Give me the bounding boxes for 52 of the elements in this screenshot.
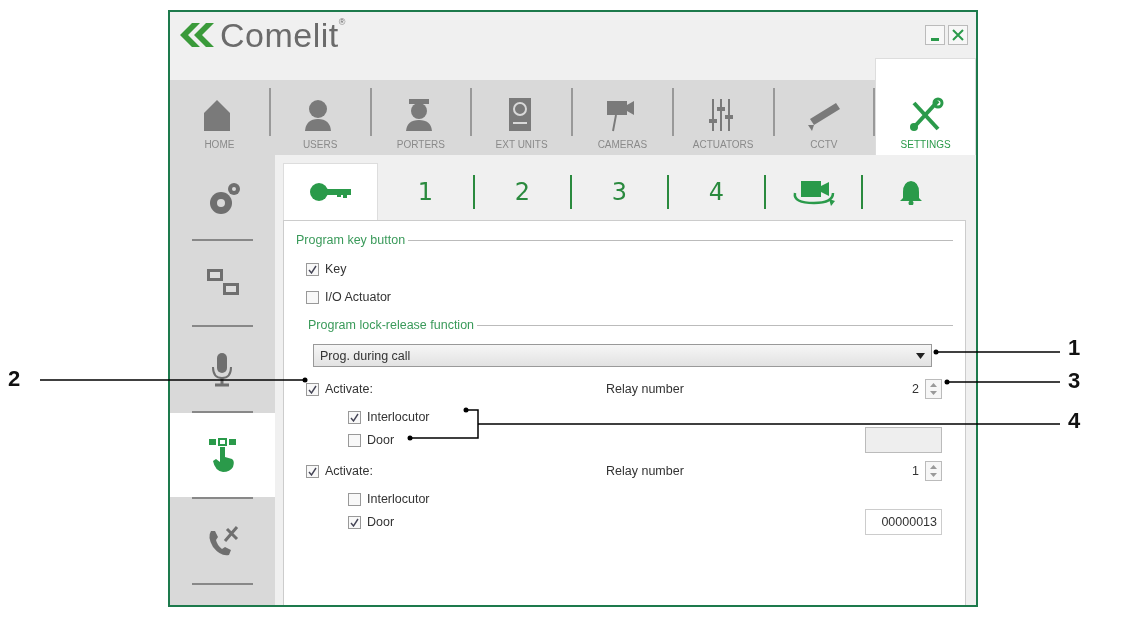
checkbox-label: I/O Actuator bbox=[325, 290, 391, 304]
callout-number: 1 bbox=[1068, 335, 1081, 361]
field-label: Relay number bbox=[606, 382, 685, 396]
field-label: Relay number bbox=[606, 464, 685, 478]
spinner-arrows[interactable] bbox=[925, 379, 942, 399]
checkbox[interactable] bbox=[306, 290, 319, 304]
nav-tab[interactable]: SETTINGS bbox=[875, 58, 976, 155]
callout-number: 3 bbox=[1068, 368, 1081, 394]
sub-tab[interactable]: 1 bbox=[378, 163, 473, 220]
checkbox[interactable] bbox=[348, 410, 361, 424]
checkbox[interactable] bbox=[306, 262, 319, 276]
checkbox-label: Key bbox=[325, 262, 347, 276]
code-field[interactable]: 00000013 bbox=[865, 509, 942, 535]
nav-tab[interactable]: USERS bbox=[270, 80, 370, 155]
nav-tab[interactable]: HOME bbox=[170, 80, 269, 155]
bell-icon bbox=[898, 178, 923, 205]
close-button[interactable] bbox=[948, 25, 968, 45]
key-icon bbox=[308, 182, 353, 202]
checkbox-label: Activate: bbox=[325, 382, 373, 396]
callout-number: 2 bbox=[8, 366, 21, 392]
mode-dropdown[interactable]: Prog. during call bbox=[313, 344, 932, 367]
checkbox-label: Door bbox=[367, 433, 395, 447]
sub-tab[interactable]: 2 bbox=[475, 163, 570, 220]
spinner-value: 2 bbox=[912, 382, 919, 396]
logo-text: Comelit$^{®}$ bbox=[220, 18, 346, 52]
nav-tab[interactable]: PORTERS bbox=[371, 80, 471, 155]
section-title: Program key button bbox=[296, 233, 406, 247]
spinner-value: 1 bbox=[912, 464, 919, 478]
section-title: Program lock-release function bbox=[308, 318, 475, 332]
checkbox[interactable] bbox=[348, 433, 361, 447]
callout-number: 4 bbox=[1068, 408, 1081, 434]
spinner-arrows[interactable] bbox=[925, 461, 942, 481]
sub-tab[interactable]: 4 bbox=[669, 163, 764, 220]
nav-tab[interactable]: ACTUATORS bbox=[673, 80, 773, 155]
checkbox-label: Interlocutor bbox=[367, 410, 430, 424]
checkbox[interactable] bbox=[306, 464, 319, 478]
sub-tab[interactable]: 3 bbox=[572, 163, 667, 220]
checkbox[interactable] bbox=[348, 515, 361, 529]
sub-tab[interactable] bbox=[283, 163, 378, 220]
checkbox[interactable] bbox=[306, 382, 319, 396]
checkbox[interactable] bbox=[348, 492, 361, 506]
close-icon bbox=[952, 29, 964, 41]
nav-tab[interactable]: CAMERAS bbox=[573, 80, 672, 155]
dropdown-arrow-icon bbox=[916, 352, 925, 359]
checkbox-label: Activate: bbox=[325, 464, 373, 478]
minimize-icon bbox=[931, 37, 939, 41]
nav-tab[interactable]: CCTV bbox=[774, 80, 874, 155]
checkbox-label: Door bbox=[367, 515, 395, 529]
checkbox-label: Interlocutor bbox=[367, 492, 430, 506]
tools-icon bbox=[907, 97, 944, 133]
minimize-button[interactable] bbox=[925, 25, 945, 45]
nav-tab[interactable]: EXT UNITS bbox=[472, 80, 571, 155]
